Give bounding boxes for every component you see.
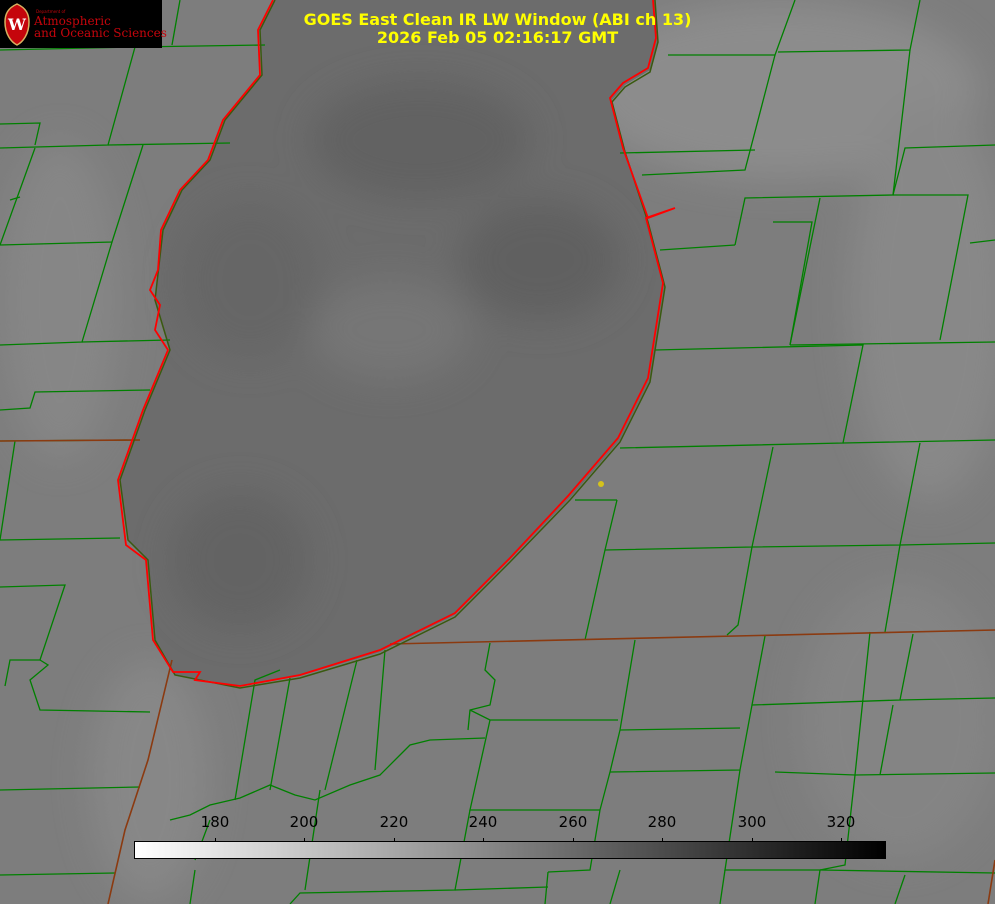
colorbar-tick	[394, 838, 395, 842]
colorbar-tick	[483, 838, 484, 842]
colorbar-tick	[304, 838, 305, 842]
satellite-map	[0, 0, 995, 904]
colorbar-tick-label: 300	[737, 813, 767, 831]
colorbar-tick	[752, 838, 753, 842]
colorbar-tick	[215, 838, 216, 842]
colorbar-tick-label: 220	[379, 813, 409, 831]
colorbar-tick-label: 320	[826, 813, 856, 831]
colorbar-tick-label: 200	[289, 813, 319, 831]
colorbar-tick	[662, 838, 663, 842]
title-line1: GOES East Clean IR LW Window (ABI ch 13)	[303, 10, 692, 29]
image-title: GOES East Clean IR LW Window (ABI ch 13)…	[0, 11, 995, 47]
colorbar	[134, 841, 886, 859]
colorbar-tick-label: 180	[200, 813, 230, 831]
colorbar-tick	[841, 838, 842, 842]
colorbar-tick-label: 280	[647, 813, 677, 831]
location-marker	[598, 481, 604, 487]
colorbar-tick-label: 240	[468, 813, 498, 831]
title-line2: 2026 Feb 05 02:16:17 GMT	[376, 28, 619, 47]
colorbar-tick	[573, 838, 574, 842]
colorbar-tick-label: 260	[558, 813, 588, 831]
